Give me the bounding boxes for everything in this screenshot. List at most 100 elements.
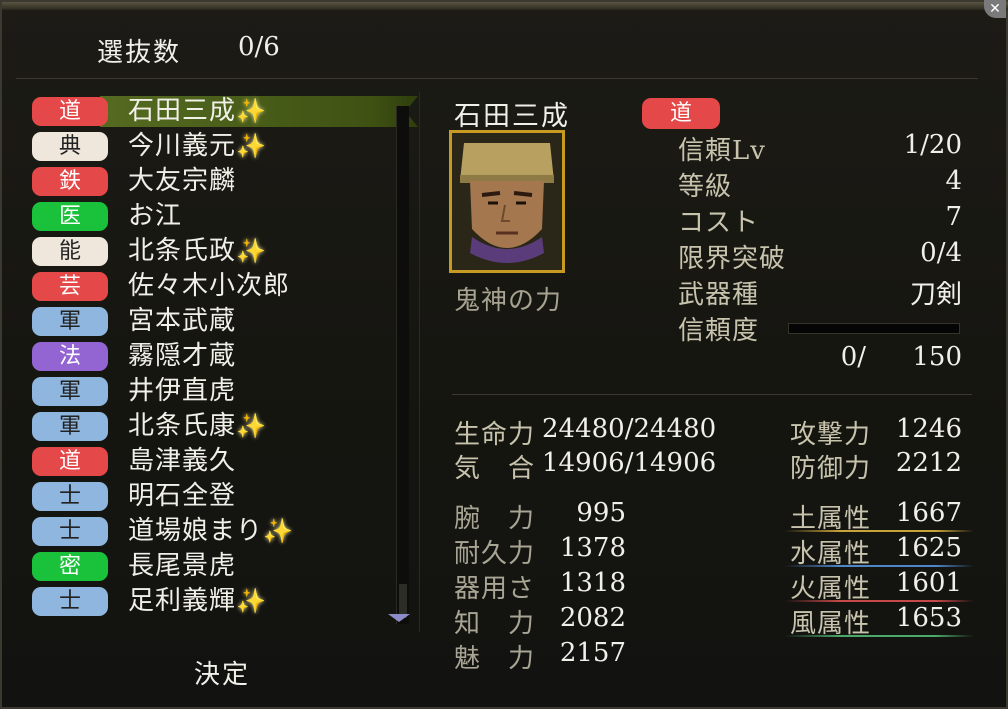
list-item[interactable]: 士足利義輝✨ <box>32 586 392 621</box>
list-item[interactable]: 医お江 <box>32 201 392 236</box>
detail-class-badge: 道 <box>642 98 720 129</box>
skill-name: 鬼神の力 <box>454 286 563 316</box>
class-badge: 道 <box>32 97 108 126</box>
attack-value: 1246 <box>895 414 962 444</box>
attribute-value: 995 <box>576 498 626 528</box>
stat-value: 1/20 <box>903 130 962 160</box>
stat-value: 7 <box>945 202 962 232</box>
class-badge: 軍 <box>32 307 108 336</box>
list-item[interactable]: 能北条氏政✨ <box>32 236 392 271</box>
decide-button[interactable]: 決定 <box>194 654 250 691</box>
sparkle-icon: ✨ <box>263 517 294 545</box>
element-underline <box>784 530 974 532</box>
character-list: 道石田三成✨ 典今川義元✨ 鉄大友宗麟医お江能北条氏政✨ 芸佐々木小次郎軍宮本武蔵法霧… <box>32 96 418 621</box>
character-name: 霧隠才蔵 <box>128 341 237 371</box>
element-underline <box>784 600 974 602</box>
stat-label: 武器種 <box>678 280 760 310</box>
list-item[interactable]: 士明石全登 <box>32 481 392 516</box>
close-button[interactable]: ✕ <box>984 0 1006 18</box>
defense-label: 防御力 <box>790 454 872 484</box>
character-portrait <box>449 130 565 273</box>
character-name: 宮本武蔵 <box>128 306 237 336</box>
divider <box>16 78 978 79</box>
stat-label: 限界突破 <box>678 244 787 274</box>
stat-label: 等級 <box>678 172 733 202</box>
character-name: 長尾景虎 <box>128 551 237 581</box>
stat-label: 信頼Lv <box>678 136 766 166</box>
class-badge: 密 <box>32 552 108 581</box>
attribute-label: 器用さ <box>454 574 536 604</box>
character-name: 足利義輝✨ <box>128 586 267 616</box>
attribute-label: 知 力 <box>454 609 536 639</box>
list-item[interactable]: 道島津義久 <box>32 446 392 481</box>
ki-label: 気 合 <box>454 454 536 484</box>
selection-count: 0/6 <box>238 32 280 62</box>
element-value: 1625 <box>895 533 962 563</box>
stat-value: 刀剣 <box>909 280 962 310</box>
list-item[interactable]: 密長尾景虎 <box>32 551 392 586</box>
list-scrollbar[interactable] <box>396 106 409 624</box>
divider <box>419 92 420 632</box>
class-badge: 典 <box>32 132 108 161</box>
class-badge: 能 <box>32 237 108 266</box>
character-name: 大友宗麟 <box>128 166 237 196</box>
character-name: お江 <box>128 201 183 231</box>
unit-select-window: ✕ 選抜数 0/6 道石田三成✨ 典今川義元✨ 鉄大友宗麟医お江能北条氏政✨ 芸佐々木… <box>0 0 1008 709</box>
character-name: 佐々木小次郎 <box>128 271 291 301</box>
class-badge: 軍 <box>32 412 108 441</box>
sparkle-icon: ✨ <box>236 97 267 125</box>
element-value: 1653 <box>895 603 962 633</box>
class-badge: 医 <box>32 202 108 231</box>
class-badge: 芸 <box>32 272 108 301</box>
stat-value: 0/4 <box>920 238 962 268</box>
sparkle-icon: ✨ <box>236 412 267 440</box>
character-name: 井伊直虎 <box>128 376 237 406</box>
stat-label: コスト <box>678 208 760 238</box>
class-badge: 士 <box>32 482 108 511</box>
stat-label: 信頼度 <box>678 316 760 346</box>
attribute-value: 1378 <box>559 533 626 563</box>
list-item[interactable]: 軍宮本武蔵 <box>32 306 392 341</box>
stat-value: 4 <box>945 166 962 196</box>
class-badge: 鉄 <box>32 167 108 196</box>
character-name: 明石全登 <box>128 481 237 511</box>
list-item[interactable]: 軍北条氏康✨ <box>32 411 392 446</box>
element-underline <box>784 635 974 637</box>
list-item[interactable]: 法霧隠才蔵 <box>32 341 392 376</box>
element-value: 1601 <box>895 568 962 598</box>
attack-label: 攻撃力 <box>790 420 872 450</box>
life-label: 生命力 <box>454 420 536 450</box>
sparkle-icon: ✨ <box>236 587 267 615</box>
character-name: 道場娘まり✨ <box>128 516 294 546</box>
list-item[interactable]: 芸佐々木小次郎 <box>32 271 392 306</box>
list-item[interactable]: 鉄大友宗麟 <box>32 166 392 201</box>
character-name: 北条氏政✨ <box>128 236 267 266</box>
trust-max: 150 <box>912 342 962 372</box>
trust-progress-bar <box>788 323 960 334</box>
character-name: 北条氏康✨ <box>128 411 267 441</box>
list-item[interactable]: 典今川義元✨ <box>32 131 392 166</box>
scroll-down-icon[interactable] <box>388 614 410 622</box>
attribute-value: 1318 <box>559 568 626 598</box>
list-item[interactable]: 軍井伊直虎 <box>32 376 392 411</box>
title-bar <box>2 2 1008 10</box>
class-badge: 士 <box>32 587 108 616</box>
attribute-label: 魅 力 <box>454 644 536 674</box>
list-item[interactable]: 道石田三成✨ <box>32 96 418 131</box>
class-badge: 法 <box>32 342 108 371</box>
character-name: 石田三成✨ <box>128 96 267 126</box>
divider <box>452 394 972 395</box>
selection-label: 選抜数 <box>97 38 182 68</box>
class-badge: 道 <box>32 447 108 476</box>
class-badge: 軍 <box>32 377 108 406</box>
scrollbar-thumb[interactable] <box>399 584 407 618</box>
character-name: 島津義久 <box>128 446 237 476</box>
attribute-value: 2157 <box>559 638 626 668</box>
list-item[interactable]: 士道場娘まり✨ <box>32 516 392 551</box>
detail-name: 石田三成 <box>454 101 570 132</box>
trust-value: 0/ <box>840 342 866 372</box>
defense-value: 2212 <box>895 448 962 478</box>
element-underline <box>784 565 974 567</box>
class-badge: 士 <box>32 517 108 546</box>
attribute-label: 腕 力 <box>454 504 536 534</box>
